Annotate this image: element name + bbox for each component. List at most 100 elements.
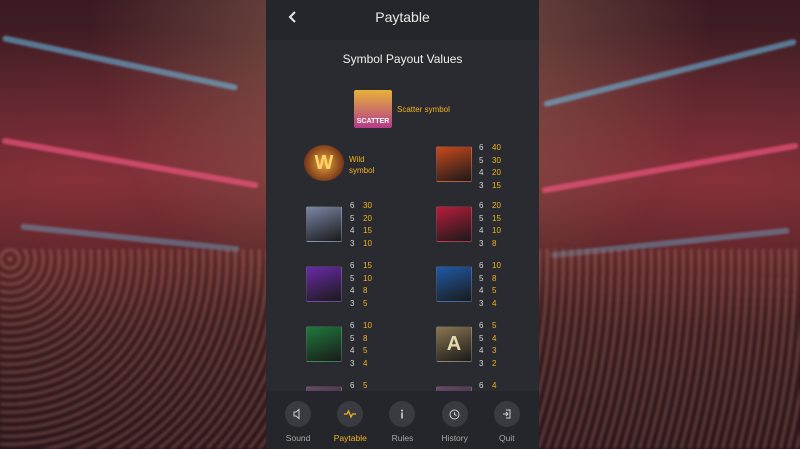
chevron-left-icon	[288, 11, 296, 23]
payout-row: 5 30	[479, 155, 501, 168]
fire-wrestler-symbol-icon	[436, 146, 472, 182]
page-title: Paytable	[375, 9, 430, 25]
payout-count: 5	[479, 273, 484, 283]
payout-row: 3 10	[350, 238, 372, 251]
payout-list: 6 30 5 20 4 15 3 10	[350, 200, 372, 251]
scatter-symbol-icon: SCATTER	[354, 90, 392, 128]
wild-label: W	[314, 151, 334, 174]
payout-value: 5	[492, 321, 497, 330]
payout-value: 10	[492, 261, 501, 270]
payout-value: 10	[492, 226, 501, 236]
nav-sound[interactable]: Sound	[274, 391, 322, 443]
payout-row: 5 10	[350, 273, 372, 286]
payout-value: 8	[492, 273, 497, 283]
payout-value: 20	[492, 201, 501, 210]
payout-row: 4 10	[479, 225, 501, 238]
payout-value: 15	[363, 261, 372, 270]
payout-row: 34	[479, 298, 501, 311]
payout-count: 4	[479, 168, 484, 178]
payout-row: 65	[350, 380, 367, 391]
symbol-label: A	[446, 332, 462, 355]
header: Paytable	[266, 0, 539, 40]
nav-rules[interactable]: Rules	[378, 391, 426, 443]
payout-row: 45	[350, 345, 372, 358]
paytable-icon	[337, 401, 364, 427]
speaker-icon	[285, 401, 312, 427]
history-icon	[441, 401, 468, 427]
payout-value: 4	[492, 381, 497, 390]
blue-belt-symbol-icon	[436, 266, 472, 302]
payout-count: 3	[479, 359, 484, 369]
payout-row: 38	[479, 238, 501, 251]
nav-rules-label: Rules	[391, 433, 414, 443]
payout-count: 3	[350, 359, 355, 369]
payout-value: 15	[363, 226, 372, 236]
payout-count: 5	[350, 333, 355, 343]
payout-value: 10	[363, 321, 372, 330]
wild-description: Wild symbol	[349, 155, 375, 175]
payout-value: 5	[492, 286, 497, 296]
payout-value: 30	[363, 201, 372, 210]
green-bottle-symbol-icon	[306, 326, 342, 362]
payout-count: 6	[350, 321, 355, 330]
payout-count: 6	[479, 261, 484, 270]
payout-value: 40	[492, 143, 501, 152]
payout-count: 6	[350, 201, 355, 210]
paytable-panel: Paytable Symbol Payout Values SCATTER Sc…	[266, 0, 539, 449]
partial-right-symbol-icon	[436, 386, 472, 391]
payout-list: 65544332	[479, 320, 496, 371]
payout-row: 34	[350, 358, 372, 371]
section-title: Symbol Payout Values	[342, 52, 463, 66]
payout-count: 4	[350, 346, 355, 356]
payout-value: 5	[363, 299, 368, 309]
nav-history[interactable]: History	[431, 391, 479, 443]
payout-count: 3	[350, 239, 355, 249]
payout-list: 6 40 5 30 4 20 3 15	[479, 142, 501, 193]
red-mask-symbol-icon	[436, 206, 472, 242]
payout-row: 65	[479, 320, 496, 333]
payout-count: 4	[479, 346, 484, 356]
nav-quit[interactable]: Quit	[483, 391, 531, 443]
payout-value: 15	[492, 181, 501, 191]
payout-value: 4	[363, 359, 368, 369]
payout-row: 35	[350, 298, 372, 311]
payout-count: 5	[479, 213, 484, 223]
payout-row: 6 10	[350, 320, 372, 333]
letter-a-symbol-icon: A	[436, 326, 472, 362]
payout-value: 15	[492, 213, 501, 223]
payout-count: 4	[350, 286, 355, 296]
scatter-label: SCATTER	[356, 118, 390, 125]
payout-list: 6 10 5 8 4 5 3 4	[350, 320, 372, 371]
payout-row: 5 15	[479, 213, 501, 226]
payout-row: 4 20	[479, 167, 501, 180]
payout-count: 5	[350, 273, 355, 283]
payout-value: 8	[363, 333, 368, 343]
payout-count: 3	[350, 299, 355, 309]
payout-row: 32	[479, 358, 496, 371]
payout-row: 6 15	[350, 260, 372, 273]
payout-count: 3	[479, 299, 484, 309]
info-icon	[389, 401, 416, 427]
partial-left-symbol-icon	[306, 386, 342, 391]
payout-row: 45	[479, 285, 501, 298]
payout-value: 5	[363, 346, 368, 356]
payout-value: 3	[492, 346, 497, 356]
bottom-nav: Sound Paytable Rules History Quit	[266, 391, 539, 449]
back-button[interactable]	[286, 6, 310, 30]
payout-list: 6 10 5 8 4 5 3 4	[479, 260, 501, 311]
payout-row: 48	[350, 285, 372, 298]
nav-paytable[interactable]: Paytable	[326, 391, 374, 443]
payout-count: 6	[479, 143, 484, 152]
payout-value: 2	[492, 359, 497, 369]
payout-count: 6	[479, 321, 484, 330]
payout-row: 6 40	[479, 142, 501, 155]
payout-count: 3	[479, 239, 484, 249]
payout-value: 4	[492, 333, 497, 343]
payout-value: 10	[363, 273, 372, 283]
payout-count: 6	[350, 261, 355, 270]
payout-value: 8	[492, 239, 497, 249]
payout-value: 20	[363, 213, 372, 223]
payout-count: 5	[479, 333, 484, 343]
payout-count: 6	[350, 381, 355, 390]
payout-row: 5 20	[350, 213, 372, 226]
